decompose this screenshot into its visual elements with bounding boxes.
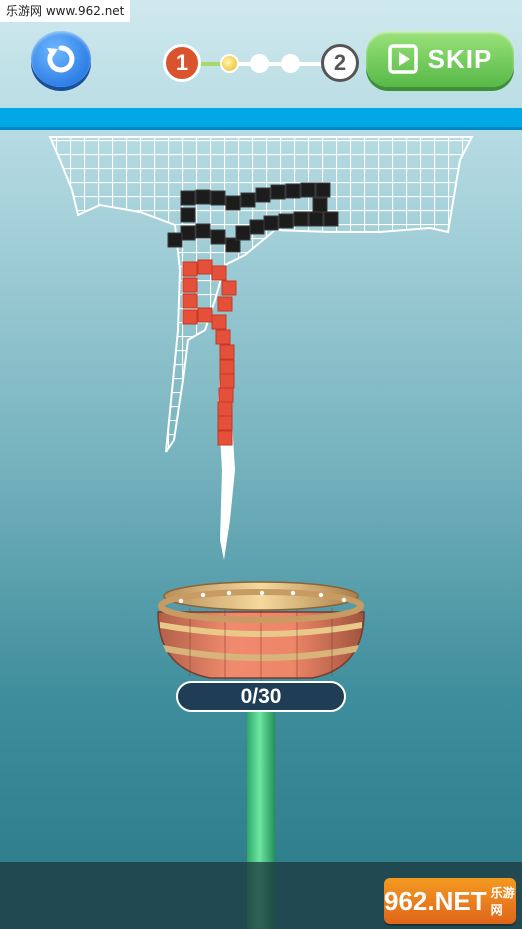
logo-main: 962.NET — [384, 885, 487, 916]
ball-counter: 0/30 — [176, 681, 346, 712]
basket — [157, 581, 365, 682]
logo-sub: 乐游网 — [490, 886, 515, 917]
game-scene[interactable] — [0, 0, 522, 929]
site-logo: 962.NET 乐游网 — [384, 878, 516, 924]
